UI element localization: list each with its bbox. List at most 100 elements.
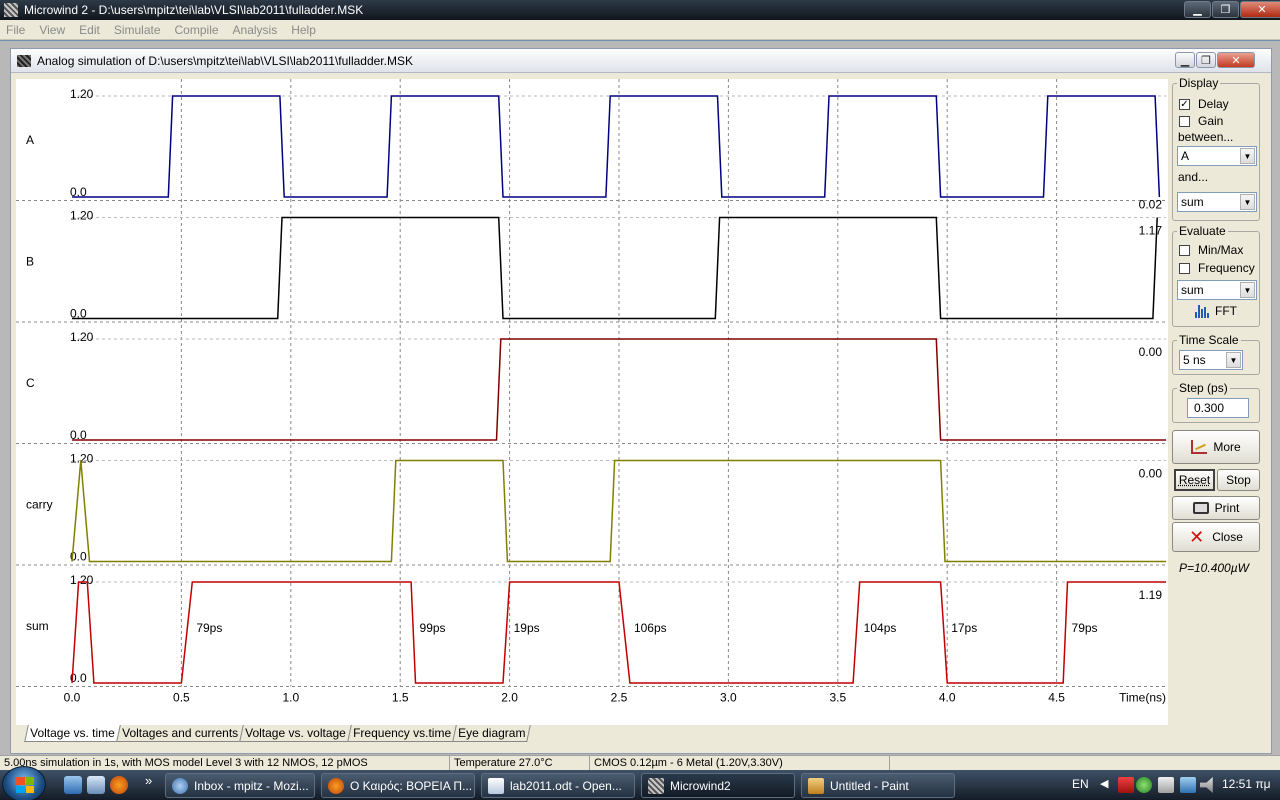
tab-eye-diagram[interactable]: Eye diagram bbox=[451, 725, 531, 742]
x-tick-label: 0.0 bbox=[64, 691, 81, 705]
tab-label: Voltage vs. time bbox=[30, 726, 115, 740]
windows-icon[interactable] bbox=[1158, 777, 1174, 793]
y-max-label: 1.20 bbox=[70, 87, 94, 101]
start-button[interactable] bbox=[2, 766, 46, 800]
show-desktop-icon[interactable] bbox=[64, 776, 82, 794]
taskbar-item-label: Ο Καιρός: ΒΟΡΕΙΑ Π... bbox=[350, 778, 473, 793]
taskbar-item-microwind[interactable]: Microwind2 bbox=[641, 773, 795, 798]
tab-frequency-vs-time[interactable]: Frequency vs.time bbox=[346, 725, 457, 742]
signal-name-label: B bbox=[26, 254, 34, 268]
taskbar-item-label: Untitled - Paint bbox=[830, 778, 909, 793]
x-tick-label: 3.5 bbox=[829, 691, 846, 705]
volume-icon[interactable] bbox=[1200, 777, 1213, 793]
delay-annotation: 79ps bbox=[1072, 621, 1098, 635]
waveform-plot[interactable]: 0.0 0.5 1.0 1.5 2.0 2.5 3.0 3.5 4.0 4.5 Time(ns) A 1… bbox=[16, 79, 1168, 725]
close-icon: ✕ bbox=[1257, 4, 1267, 16]
close-button[interactable]: ✕ Close bbox=[1172, 522, 1260, 552]
right-value-label: 0.00 bbox=[1139, 467, 1163, 481]
x-tick-label: 4.5 bbox=[1048, 691, 1065, 705]
more-button[interactable]: More bbox=[1172, 430, 1260, 464]
reset-label: Reset bbox=[1178, 473, 1211, 487]
evaluate-group-title: Evaluate bbox=[1177, 224, 1228, 238]
child-close-button[interactable]: ✕ bbox=[1217, 52, 1255, 68]
tab-label: Voltages and currents bbox=[121, 726, 238, 740]
print-button[interactable]: Print bbox=[1172, 496, 1260, 520]
clock[interactable]: 12:51 πμ bbox=[1222, 777, 1271, 791]
x-axis-label: Time(ns) bbox=[1119, 691, 1166, 705]
quicklaunch-overflow[interactable]: » bbox=[145, 773, 152, 788]
timescale-group-title: Time Scale bbox=[1177, 333, 1241, 347]
x-tick-label: 4.0 bbox=[939, 691, 956, 705]
evaluate-select[interactable]: sum ▼ bbox=[1177, 280, 1257, 300]
power-readout: P=10.400µW bbox=[1179, 561, 1249, 575]
between-select[interactable]: A ▼ bbox=[1177, 146, 1257, 166]
frequency-checkbox[interactable]: Frequency bbox=[1179, 261, 1255, 275]
windows-taskbar: » Inbox - mpitz - Mozi... Ο Καιρός: ΒΟΡΕ… bbox=[0, 766, 1280, 800]
menu-view[interactable]: View bbox=[39, 23, 65, 37]
taskbar-item-openoffice[interactable]: lab2011.odt - Open... bbox=[481, 773, 635, 798]
between-select-value: A bbox=[1181, 149, 1190, 163]
delay-check-mark: ✓ bbox=[1179, 98, 1190, 110]
right-value-label: 1.17 bbox=[1139, 224, 1163, 238]
language-indicator[interactable]: EN bbox=[1072, 777, 1089, 791]
switch-windows-icon[interactable] bbox=[87, 776, 105, 794]
gain-label: Gain bbox=[1198, 114, 1224, 128]
menu-edit[interactable]: Edit bbox=[79, 23, 100, 37]
tab-voltage-vs-voltage[interactable]: Voltage vs. voltage bbox=[238, 725, 352, 742]
delay-checkbox[interactable]: ✓ Delay bbox=[1179, 97, 1229, 111]
taskbar-item-weather[interactable]: Ο Καιρός: ΒΟΡΕΙΑ Π... bbox=[321, 773, 475, 798]
thunderbird-icon bbox=[172, 777, 188, 794]
main-window-title: Microwind 2 - D:\users\mpitz\tei\lab\VLS… bbox=[24, 3, 364, 17]
step-input[interactable]: 0.300 bbox=[1187, 398, 1249, 418]
menu-compile[interactable]: Compile bbox=[175, 23, 219, 37]
signal-name-label: carry bbox=[26, 497, 53, 511]
microwind-app-icon bbox=[648, 777, 664, 794]
taskbar-item-inbox[interactable]: Inbox - mpitz - Mozi... bbox=[165, 773, 315, 798]
taskbar-item-paint[interactable]: Untitled - Paint bbox=[801, 773, 955, 798]
x-tick-label: 3.0 bbox=[720, 691, 737, 705]
child-restore-button[interactable]: ❐ bbox=[1196, 52, 1216, 68]
child-title-bar: Analog simulation of D:\users\mpitz\tei\… bbox=[11, 49, 1271, 73]
chevron-down-icon: ▼ bbox=[1240, 194, 1255, 210]
minimize-icon: ▁ bbox=[1180, 54, 1190, 67]
delay-label: Delay bbox=[1198, 97, 1229, 111]
main-title-bar: Microwind 2 - D:\users\mpitz\tei\lab\VLS… bbox=[0, 0, 1280, 20]
fft-button[interactable]: FFT bbox=[1195, 304, 1237, 318]
and-select[interactable]: sum ▼ bbox=[1177, 192, 1257, 212]
reset-button[interactable]: Reset bbox=[1174, 469, 1215, 491]
stop-button[interactable]: Stop bbox=[1217, 469, 1260, 491]
x-tick-label: 1.0 bbox=[282, 691, 299, 705]
y-max-label: 1.20 bbox=[70, 209, 94, 223]
fft-label: FFT bbox=[1215, 304, 1237, 318]
firefox-icon[interactable] bbox=[110, 776, 128, 794]
restore-button[interactable]: ❐ bbox=[1212, 1, 1239, 18]
restore-icon: ❐ bbox=[1201, 54, 1211, 67]
tab-voltages-and-currents[interactable]: Voltages and currents bbox=[115, 725, 244, 742]
delay-annotation: 17ps bbox=[951, 621, 977, 635]
delay-annotation: 104ps bbox=[864, 621, 897, 635]
document-icon bbox=[488, 777, 504, 794]
right-value-label: 1.19 bbox=[1139, 588, 1163, 602]
right-value-label: 0.00 bbox=[1139, 345, 1163, 359]
gain-checkbox[interactable]: Gain bbox=[1179, 114, 1223, 128]
menu-simulate[interactable]: Simulate bbox=[114, 23, 161, 37]
child-minimize-button[interactable]: ▁ bbox=[1175, 52, 1195, 68]
network-warning-icon[interactable] bbox=[1118, 777, 1134, 793]
waveform-svg: 0.0 0.5 1.0 1.5 2.0 2.5 3.0 3.5 4.0 4.5 Time(ns) A 1… bbox=[16, 79, 1168, 705]
y-max-label: 1.20 bbox=[70, 452, 94, 466]
minmax-checkbox[interactable]: Min/Max bbox=[1179, 243, 1243, 257]
timescale-select[interactable]: 5 ns ▼ bbox=[1179, 350, 1243, 370]
menu-file[interactable]: File bbox=[6, 23, 25, 37]
menu-analysis[interactable]: Analysis bbox=[233, 23, 278, 37]
network-icon[interactable] bbox=[1180, 777, 1196, 793]
close-window-button[interactable]: ✕ bbox=[1240, 1, 1280, 18]
minimize-button[interactable]: ▁ bbox=[1184, 1, 1211, 18]
tray-expand-icon[interactable]: ◀ bbox=[1100, 777, 1108, 790]
tab-voltage-vs-time[interactable]: Voltage vs. time bbox=[24, 725, 121, 742]
red-x-icon: ✕ bbox=[1189, 526, 1205, 547]
delay-annotation: 99ps bbox=[420, 621, 446, 635]
and-label: and... bbox=[1178, 170, 1209, 184]
menu-help[interactable]: Help bbox=[291, 23, 316, 37]
security-icon[interactable] bbox=[1136, 777, 1152, 793]
x-tick-label: 1.5 bbox=[392, 691, 409, 705]
